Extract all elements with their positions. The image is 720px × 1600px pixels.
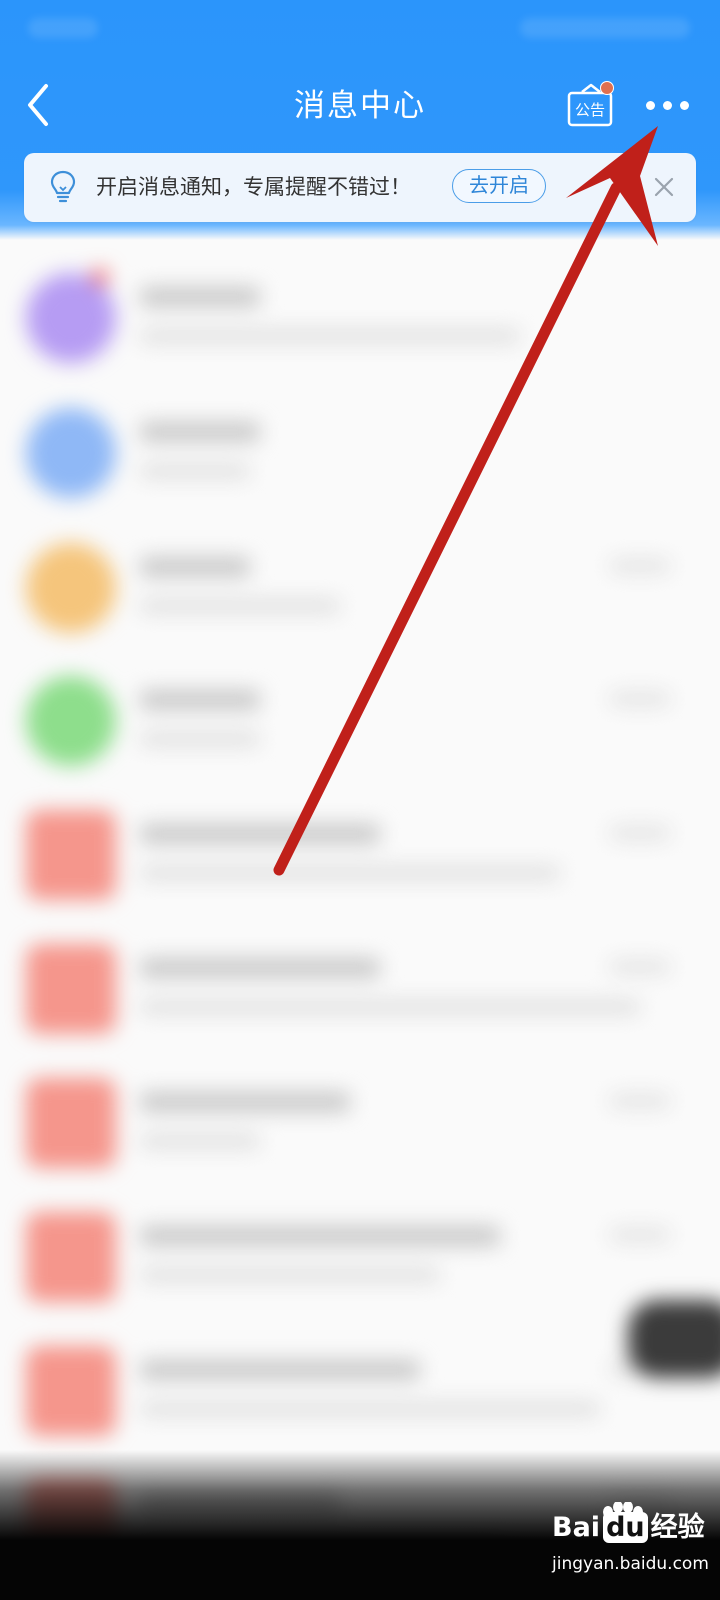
message-title-placeholder xyxy=(140,690,260,710)
avatar xyxy=(26,1212,116,1302)
message-title-placeholder xyxy=(140,824,380,844)
message-preview-placeholder xyxy=(140,329,520,343)
timestamp-placeholder xyxy=(610,1094,670,1108)
timestamp-placeholder xyxy=(610,960,670,974)
timestamp-placeholder xyxy=(610,559,670,573)
message-title-placeholder xyxy=(140,1092,350,1112)
message-preview-placeholder xyxy=(140,1134,260,1148)
avatar xyxy=(26,1078,116,1168)
message-title-placeholder xyxy=(140,1226,500,1246)
avatar xyxy=(26,944,116,1034)
message-preview-placeholder xyxy=(140,866,560,880)
message-preview-placeholder xyxy=(140,464,250,478)
chevron-left-icon xyxy=(28,84,48,126)
message-title-placeholder xyxy=(140,557,250,577)
timestamp-placeholder xyxy=(610,692,670,706)
message-list-item[interactable] xyxy=(0,255,720,388)
message-list-item[interactable] xyxy=(0,525,720,658)
avatar xyxy=(26,1346,116,1436)
message-title-placeholder xyxy=(140,287,260,307)
banner-close-button[interactable] xyxy=(652,175,676,199)
watermark-brand-bai: Bai xyxy=(552,1512,601,1543)
banner-message: 开启消息通知，专属提醒不错过！ xyxy=(96,175,411,199)
more-options-button[interactable] xyxy=(644,90,696,120)
lightbulb-icon xyxy=(50,170,76,203)
message-preview-placeholder xyxy=(140,1268,440,1282)
message-list xyxy=(0,240,720,1600)
message-title-placeholder xyxy=(140,958,380,978)
close-icon xyxy=(654,177,674,197)
notification-banner: 开启消息通知，专属提醒不错过！ 去开启 xyxy=(24,153,696,222)
avatar xyxy=(26,273,116,363)
message-preview-placeholder xyxy=(140,732,260,746)
timestamp-placeholder xyxy=(610,1228,670,1242)
message-list-item[interactable] xyxy=(0,1194,720,1327)
message-title-placeholder xyxy=(140,1360,420,1380)
message-list-item[interactable] xyxy=(0,792,720,925)
message-list-item[interactable] xyxy=(0,1060,720,1193)
watermark-brand-jingyan: 经验 xyxy=(650,1512,705,1543)
unread-badge xyxy=(600,81,614,95)
message-preview-placeholder xyxy=(140,1000,640,1014)
status-bar xyxy=(0,0,720,60)
unread-dot xyxy=(92,269,108,285)
message-list-item[interactable] xyxy=(0,658,720,791)
message-list-item[interactable] xyxy=(0,1328,720,1461)
message-title-placeholder xyxy=(140,422,260,442)
avatar xyxy=(26,543,116,633)
message-list-item[interactable] xyxy=(0,926,720,1059)
enable-notifications-button[interactable]: 去开启 xyxy=(452,169,546,203)
avatar xyxy=(26,676,116,766)
announcement-label: 公告 xyxy=(575,101,605,119)
baidu-jingyan-watermark: Bai du 经验 jingyan.baidu.com xyxy=(552,1502,712,1578)
timestamp-placeholder xyxy=(610,826,670,840)
message-preview-placeholder xyxy=(140,599,340,613)
watermark-url: jingyan.baidu.com xyxy=(552,1554,709,1574)
avatar xyxy=(26,408,116,498)
back-button[interactable] xyxy=(22,82,62,128)
watermark-brand-du: du xyxy=(603,1512,648,1543)
avatar xyxy=(26,810,116,900)
message-preview-placeholder xyxy=(140,1402,600,1416)
message-list-item[interactable] xyxy=(0,390,720,523)
floating-button[interactable] xyxy=(628,1300,720,1378)
